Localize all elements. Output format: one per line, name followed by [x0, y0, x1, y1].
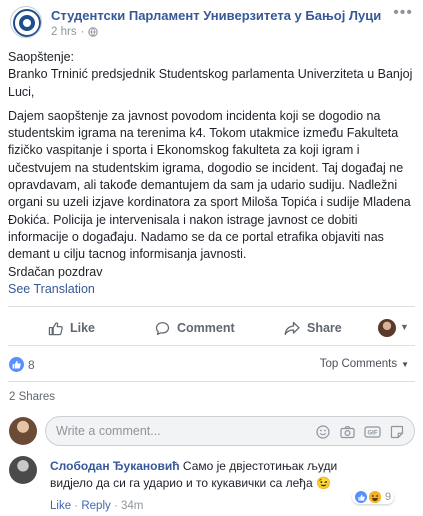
- page-avatar[interactable]: [10, 6, 42, 38]
- comment-reply-link[interactable]: Reply: [81, 500, 110, 512]
- comment-composer: Write a comment... GIF: [0, 413, 423, 447]
- like-label: Like: [70, 321, 96, 335]
- share-arrow-icon: [284, 321, 300, 336]
- emoji-icon[interactable]: [316, 425, 330, 439]
- comment-placeholder: Write a comment...: [56, 424, 161, 438]
- sort-label: Top Comments: [319, 358, 398, 370]
- post-paragraph-1: Saopštenje: Branko Trninić predsjednik S…: [8, 50, 413, 99]
- comment-input[interactable]: Write a comment... GIF: [45, 416, 415, 446]
- comment-item: Слободан Ђукановић Само је двјестотињак …: [0, 454, 423, 516]
- commenter-avatar[interactable]: [9, 456, 37, 484]
- post-time[interactable]: 2 hrs: [51, 26, 77, 38]
- commenter-name[interactable]: Слободан Ђукановић: [50, 459, 180, 473]
- svg-text:GIF: GIF: [368, 431, 378, 437]
- comment-time[interactable]: 34m: [121, 500, 143, 512]
- post-paragraph-2: Dajem saopštenje za javnost povodom inci…: [8, 108, 411, 279]
- divider: [8, 345, 415, 346]
- globe-icon: [88, 27, 99, 37]
- see-translation-link[interactable]: See Translation: [8, 282, 95, 296]
- post-body: Saopštenje: Branko Trninić predsjednik S…: [8, 49, 418, 281]
- comment-text: Слободан Ђукановић Само је двјестотињак …: [50, 458, 368, 492]
- comment-like-link[interactable]: Like: [50, 500, 71, 512]
- haha-reaction-icon: [369, 491, 381, 503]
- chevron-down-icon[interactable]: ▼: [400, 322, 409, 332]
- post-header: Студентски Парламент Универзитета у Бањо…: [0, 0, 423, 44]
- share-label: Share: [307, 321, 342, 335]
- speech-bubble-icon: [155, 321, 170, 336]
- divider: [8, 381, 415, 382]
- comment-footer: Like · Reply · 34m: [50, 500, 144, 512]
- top-comments-dropdown[interactable]: Top Comments ▼: [320, 358, 409, 370]
- reactions-summary: 8 Top Comments ▼: [0, 355, 423, 375]
- comment-label: Comment: [177, 321, 235, 335]
- like-reaction-icon: [355, 491, 367, 503]
- post-meta: 2 hrs ·: [51, 26, 99, 38]
- comment-reaction-count: 9: [385, 491, 392, 503]
- like-button[interactable]: Like: [48, 314, 95, 342]
- more-icon[interactable]: •••: [393, 4, 413, 22]
- sticker-icon[interactable]: [390, 425, 404, 439]
- camera-icon[interactable]: [340, 425, 355, 439]
- like-reaction-icon[interactable]: [9, 357, 24, 372]
- gif-icon[interactable]: GIF: [364, 425, 381, 439]
- chevron-down-icon: ▼: [401, 359, 409, 369]
- thumbs-up-icon: [48, 321, 63, 336]
- share-button[interactable]: Share: [284, 314, 342, 342]
- shares-count[interactable]: 2 Shares: [9, 391, 55, 403]
- comment-reactions[interactable]: 9: [352, 490, 395, 504]
- comment-button[interactable]: Comment: [155, 314, 235, 342]
- user-avatar[interactable]: [9, 417, 37, 445]
- reaction-count[interactable]: 8: [28, 358, 35, 372]
- action-bar: Like Comment Share ▼: [0, 314, 423, 342]
- page-name[interactable]: Студентски Парламент Универзитета у Бањо…: [51, 8, 391, 23]
- divider: [8, 306, 415, 307]
- posting-as-avatar[interactable]: [378, 319, 396, 337]
